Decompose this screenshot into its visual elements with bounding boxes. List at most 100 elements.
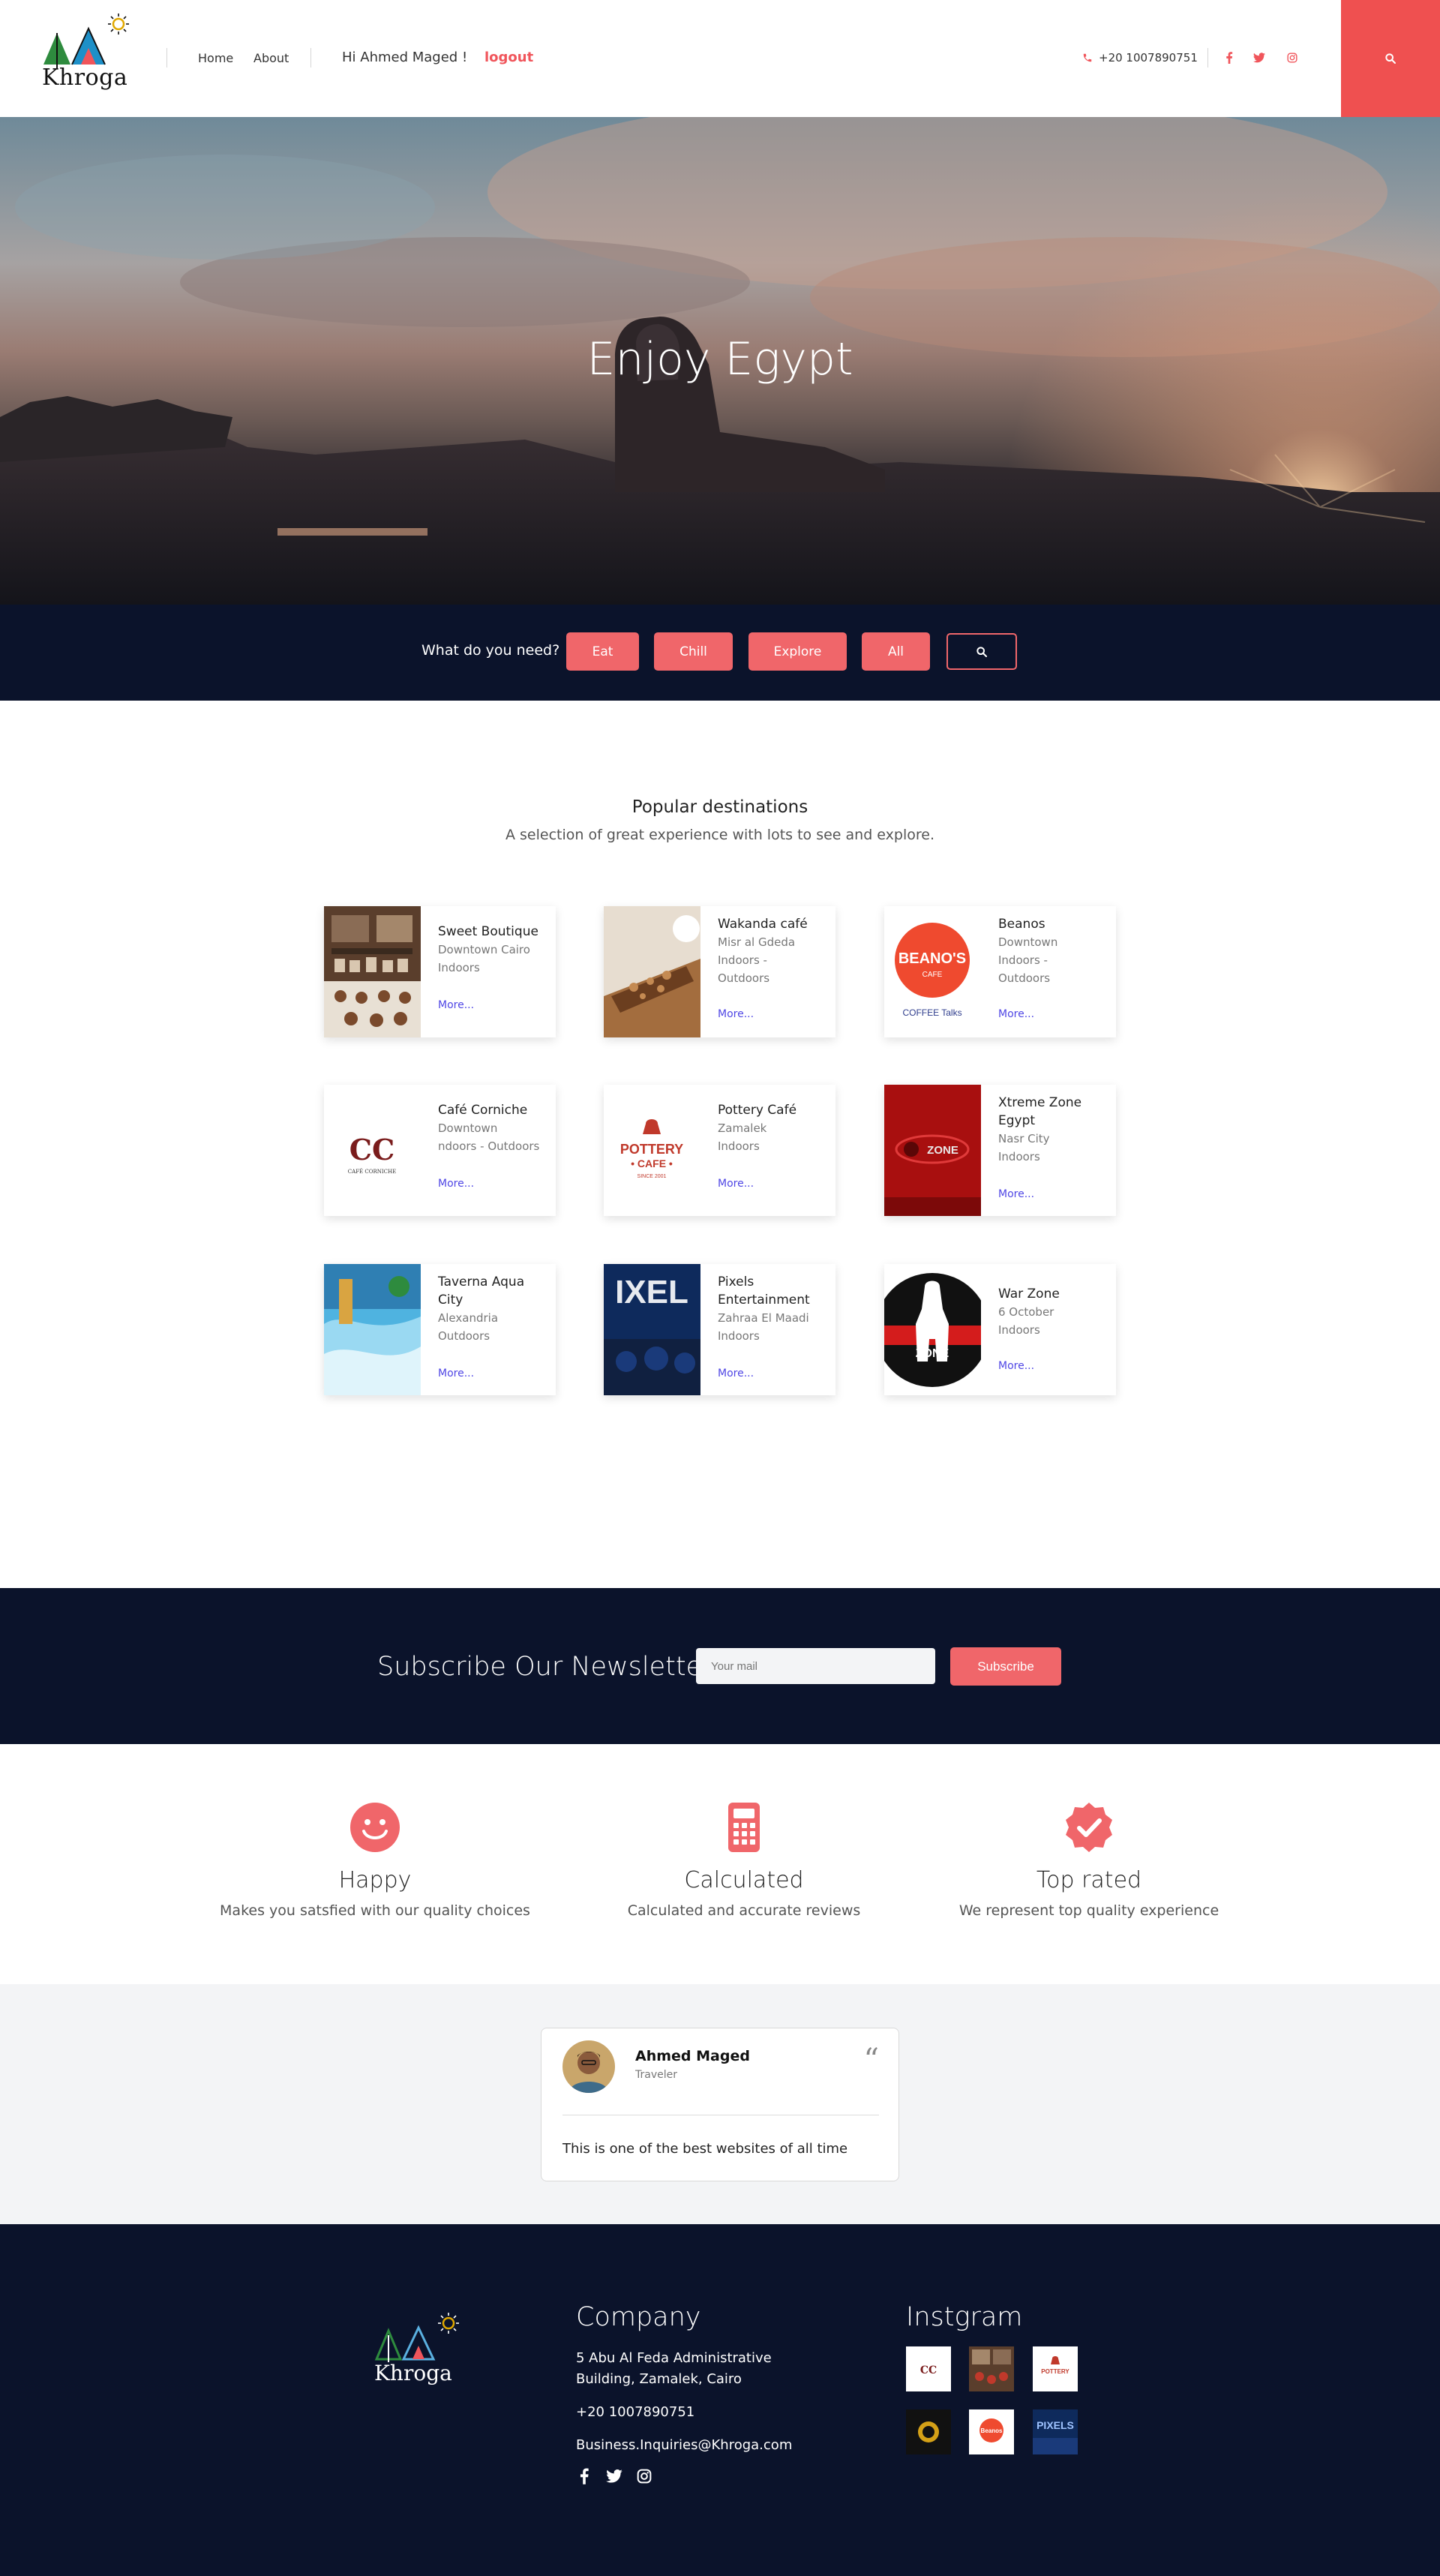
card-type: ndoors - Outdoors [438, 1139, 540, 1153]
feature-title: Top rated [1036, 1867, 1142, 1893]
card-type: Indoors [438, 961, 480, 974]
popular-subtitle: A selection of great experience with lot… [506, 827, 934, 843]
destination-card-beanos[interactable]: BEANO'S CAFE COFFEE Talks Beanos Downtow… [884, 906, 1116, 1037]
card-more-link[interactable]: More... [998, 1360, 1034, 1372]
footer-phone: +20 1007890751 [576, 2404, 695, 2420]
feature-calculated: Calculated Calculated and accurate revie… [586, 1803, 902, 1919]
footer-company-heading: Company [576, 2302, 701, 2332]
footer-logo[interactable]: Khroga [370, 2313, 468, 2395]
footer-address: 5 Abu Al Feda Administrative Building, Z… [576, 2350, 772, 2387]
instagram-post[interactable] [906, 2409, 951, 2454]
insta-corniche-text: CC [920, 2364, 937, 2376]
destination-card-wakanda-cafe[interactable]: Wakanda café Misr al Gdeda Indoors - Out… [604, 906, 836, 1037]
instagram-icon[interactable] [1284, 50, 1300, 66]
card-title: Xtreme Zone Egypt [998, 1095, 1082, 1128]
xtreme-logo-text: ZONE [927, 1144, 958, 1157]
card-type: Indoors [998, 1323, 1040, 1337]
filter-search-button[interactable] [946, 633, 1017, 670]
testimonial-role: Traveler [635, 2069, 677, 2081]
destination-card-xtreme-zone[interactable]: ZONE Xtreme Zone Egypt Nasr City Indoors… [884, 1085, 1116, 1216]
card-type: Outdoors [998, 971, 1051, 985]
destination-card-taverna-aqua-city[interactable]: Taverna Aqua City Alexandria Outdoors Mo… [324, 1264, 556, 1395]
insta-pottery-text: POTTERY [1041, 2368, 1070, 2375]
destination-card-sweet-boutique[interactable]: Sweet Boutique Downtown Cairo Indoors Mo… [324, 906, 556, 1037]
nav-home-link[interactable]: Home [198, 51, 233, 65]
filter-chill-button[interactable]: Chill [654, 632, 733, 671]
card-type: Indoors [718, 1329, 760, 1343]
corniche-logo-text: CC [350, 1133, 395, 1166]
facebook-icon[interactable] [1221, 50, 1238, 66]
badge-check-icon [1064, 1803, 1114, 1852]
newsletter-email-input[interactable] [696, 1648, 935, 1684]
card-title: Wakanda café [718, 917, 808, 932]
quote-icon: “ [863, 2043, 879, 2077]
card-location: Zamalek [718, 1121, 767, 1135]
card-more-link[interactable]: More... [438, 1368, 474, 1380]
subscribe-button[interactable]: Subscribe [950, 1647, 1061, 1686]
destination-card-war-zone[interactable]: ZONE War Zone 6 October Indoors More... [884, 1264, 1116, 1395]
logout-link[interactable]: logout [484, 50, 533, 65]
card-more-link[interactable]: More... [998, 1008, 1034, 1020]
instagram-icon[interactable] [634, 2466, 654, 2486]
footer-email-link[interactable]: Business.Inquiries@Khroga.com [576, 2437, 792, 2453]
destination-card-pixels-entertainment[interactable]: IXEL Pixels Entertainment Zahraa El Maad… [604, 1264, 836, 1395]
nav-about-link[interactable]: About [254, 51, 289, 65]
site-footer: Khroga Company 5 Abu Al Feda Administrat… [0, 2224, 1440, 2576]
testimonial-text: This is one of the best websites of all … [562, 2141, 848, 2157]
instagram-post[interactable]: PIXELS [1033, 2409, 1078, 2454]
instagram-post[interactable]: POTTERY [1033, 2346, 1078, 2391]
instagram-post[interactable]: Beanos [969, 2409, 1014, 2454]
popular-title: Popular destinations [632, 797, 808, 817]
filter-explore-button[interactable]: Explore [748, 632, 847, 671]
header-search-button[interactable] [1341, 0, 1440, 117]
facebook-icon[interactable] [574, 2466, 594, 2486]
card-thumbnail: ZONE [884, 1264, 981, 1395]
filter-eat-button[interactable]: Eat [566, 632, 639, 671]
filter-all-button[interactable]: All [862, 632, 930, 671]
brand-logo[interactable]: Khroga [39, 11, 136, 101]
warzone-logo-text: ZONE [916, 1347, 950, 1360]
logo-tents-icon [374, 2313, 459, 2362]
card-title: War Zone [998, 1286, 1060, 1302]
nav-divider [310, 48, 311, 68]
newsletter-title: Subscribe Our Newsletter [377, 1652, 713, 1682]
nav-divider [166, 48, 167, 68]
avatar [562, 2040, 615, 2093]
brand-name: Khroga [42, 65, 128, 91]
testimonial-name: Ahmed Maged [635, 2048, 750, 2064]
feature-description: Makes you satsfied with our quality choi… [220, 1902, 530, 1919]
card-type: Outdoors [438, 1329, 490, 1343]
card-title: Café Corniche [438, 1103, 528, 1118]
card-more-link[interactable]: More... [438, 999, 474, 1011]
pottery-logo-text-1: POTTERY [620, 1142, 683, 1157]
insta-pixels-text: PIXELS [1036, 2419, 1074, 2431]
header-phone: +20 1007890751 [1082, 51, 1198, 65]
card-more-link[interactable]: More... [718, 1368, 754, 1380]
filter-label: What do you need? [422, 642, 560, 659]
hero-title: Enjoy Egypt [586, 333, 854, 386]
card-title: Pixels Entertainment [718, 1274, 810, 1308]
card-location: Nasr City [998, 1132, 1050, 1145]
testimonial-card: Ahmed Maged Traveler “ This is one of th… [541, 2028, 899, 2181]
card-more-link[interactable]: More... [718, 1008, 754, 1020]
twitter-icon[interactable] [1251, 50, 1268, 66]
card-location: Downtown [438, 1121, 498, 1135]
card-thumbnail [324, 1264, 421, 1395]
card-type: Indoors - [998, 953, 1048, 967]
filter-bar: What do you need? Eat Chill Explore All [0, 605, 1440, 701]
destination-card-pottery-cafe[interactable]: POTTERY • CAFE • SINCE 2001 Pottery Café… [604, 1085, 836, 1216]
instagram-post[interactable]: CC [906, 2346, 951, 2391]
card-more-link[interactable]: More... [998, 1188, 1034, 1200]
card-more-link[interactable]: More... [438, 1178, 474, 1190]
card-location: 6 October [998, 1305, 1054, 1319]
insta-beanos-text: Beanos [981, 2427, 1003, 2434]
feature-top-rated: Top rated We represent top quality exper… [932, 1803, 1246, 1919]
instagram-post[interactable] [969, 2346, 1014, 2391]
card-location: Misr al Gdeda [718, 935, 796, 949]
destination-card-cafe-corniche[interactable]: CC CAFÉ CORNICHE Café Corniche Downtown … [324, 1085, 556, 1216]
card-more-link[interactable]: More... [718, 1178, 754, 1190]
card-thumbnail: IXEL [604, 1264, 700, 1395]
feature-happy: Happy Makes you satsfied with our qualit… [218, 1803, 532, 1919]
twitter-icon[interactable] [604, 2466, 624, 2486]
brand-name: Khroga [374, 2361, 452, 2385]
